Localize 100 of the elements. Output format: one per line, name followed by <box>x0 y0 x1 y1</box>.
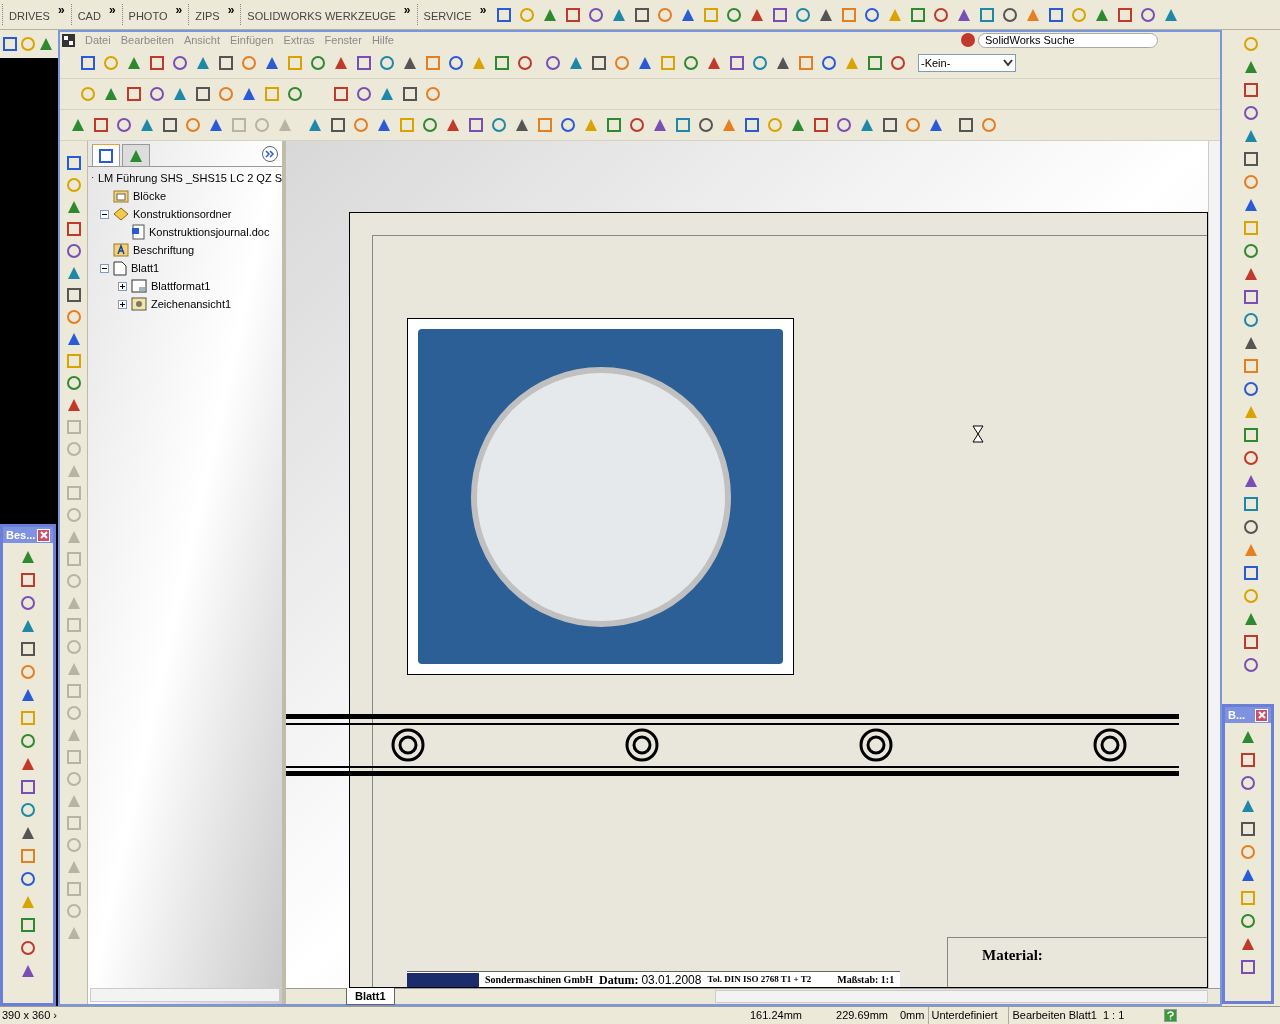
expand-toggle[interactable] <box>118 281 127 291</box>
tool-icon[interactable] <box>139 117 155 133</box>
tool-icon[interactable] <box>20 779 36 795</box>
tool-icon[interactable] <box>1243 105 1259 121</box>
tool-icon[interactable] <box>287 86 303 102</box>
layer-combo[interactable]: -Kein- <box>918 54 1016 72</box>
tool-icon[interactable] <box>2 36 18 52</box>
tool-icon[interactable] <box>307 117 323 133</box>
tool-icon[interactable] <box>20 595 36 611</box>
tool-icon[interactable] <box>20 641 36 657</box>
tool-icon[interactable] <box>1243 312 1259 328</box>
tool-icon[interactable] <box>93 117 109 133</box>
tool-icon[interactable] <box>195 55 211 71</box>
tool-icon[interactable] <box>675 117 691 133</box>
tree-item[interactable]: Blatt1 <box>131 259 160 277</box>
tool-icon[interactable] <box>1243 427 1259 443</box>
app-icon[interactable] <box>62 33 75 47</box>
tool-icon[interactable] <box>1243 519 1259 535</box>
tool-icon[interactable] <box>1240 798 1256 814</box>
tool-icon[interactable] <box>1243 197 1259 213</box>
tool-icon[interactable] <box>20 733 36 749</box>
tool-icon[interactable] <box>1243 243 1259 259</box>
tool-icon[interactable] <box>1240 752 1256 768</box>
tool-icon[interactable] <box>910 6 927 23</box>
tool-icon[interactable] <box>379 86 395 102</box>
tool-icon[interactable] <box>1002 6 1019 23</box>
tool-icon[interactable] <box>162 117 178 133</box>
tool-icon[interactable] <box>545 55 561 71</box>
tool-icon[interactable] <box>979 6 996 23</box>
tree-icon[interactable] <box>98 147 114 164</box>
tool-icon[interactable] <box>333 55 349 71</box>
tool-icon[interactable] <box>80 55 96 71</box>
expand-toggle[interactable] <box>100 263 109 273</box>
tool-icon[interactable] <box>20 549 36 565</box>
search-icon[interactable] <box>961 33 975 47</box>
tool-icon[interactable] <box>1243 565 1259 581</box>
tool-icon[interactable] <box>1240 959 1256 975</box>
tool-icon[interactable] <box>752 55 768 71</box>
chevron[interactable]: » <box>108 4 116 17</box>
tool-icon[interactable] <box>588 6 605 23</box>
tool-icon[interactable] <box>172 55 188 71</box>
tree-item[interactable]: LM Führung SHS _SHS15 LC 2 QZ S <box>97 169 282 187</box>
expand-toggle[interactable] <box>118 299 127 309</box>
tool-icon[interactable] <box>496 6 513 23</box>
quicklaunch-label[interactable]: ZIPS <box>195 8 220 25</box>
quicklaunch-label[interactable]: SOLIDWORKS WERKZEUGE <box>247 8 396 25</box>
quicklaunch-label[interactable]: PHOTO <box>128 8 168 25</box>
tool-icon[interactable] <box>264 55 280 71</box>
tool-icon[interactable] <box>445 117 461 133</box>
tool-icon[interactable] <box>20 940 36 956</box>
tool-icon[interactable] <box>729 55 745 71</box>
tool-icon[interactable] <box>1140 6 1157 23</box>
tool-icon[interactable] <box>20 802 36 818</box>
tool-icon[interactable] <box>790 117 806 133</box>
tool-icon[interactable] <box>591 55 607 71</box>
tool-icon[interactable] <box>1243 59 1259 75</box>
tool-icon[interactable] <box>376 117 392 133</box>
tool-icon[interactable] <box>65 375 82 391</box>
tool-icon[interactable] <box>1240 821 1256 837</box>
tool-icon[interactable] <box>568 55 584 71</box>
tool-icon[interactable] <box>859 117 875 133</box>
chevron[interactable]: » <box>227 4 235 17</box>
tree-item[interactable]: Zeichenansicht1 <box>151 295 232 313</box>
tool-icon[interactable] <box>20 963 36 979</box>
tool-icon[interactable] <box>126 55 142 71</box>
tool-icon[interactable] <box>821 55 837 71</box>
tool-icon[interactable] <box>65 221 82 237</box>
tool-icon[interactable] <box>172 86 188 102</box>
tool-icon[interactable] <box>65 265 82 281</box>
tool-icon[interactable] <box>744 117 760 133</box>
tree-item[interactable]: Konstruktionsordner <box>133 205 232 223</box>
tool-icon[interactable] <box>116 117 132 133</box>
tool-icon[interactable] <box>775 55 791 71</box>
tool-icon[interactable] <box>65 287 82 303</box>
quicklaunch-label[interactable]: CAD <box>77 8 101 25</box>
tool-icon[interactable] <box>20 825 36 841</box>
tool-icon[interactable] <box>517 55 533 71</box>
tool-icon[interactable] <box>634 6 651 23</box>
tool-icon[interactable] <box>379 55 395 71</box>
tool-icon[interactable] <box>20 572 36 588</box>
tool-icon[interactable] <box>38 36 54 52</box>
tool-icon[interactable] <box>706 55 722 71</box>
tool-icon[interactable] <box>1243 634 1259 650</box>
panel-tab[interactable] <box>92 144 120 166</box>
tree-item[interactable]: Beschriftung <box>133 241 195 259</box>
tool-icon[interactable] <box>1240 729 1256 745</box>
chevron[interactable]: » <box>175 4 183 17</box>
tool-icon[interactable] <box>1117 6 1134 23</box>
tool-icon[interactable] <box>1240 936 1256 952</box>
tool-icon[interactable] <box>1243 496 1259 512</box>
search-field[interactable]: SolidWorks Suche <box>978 32 1158 48</box>
tool-icon[interactable] <box>65 199 82 215</box>
tool-icon[interactable] <box>448 55 464 71</box>
tool-icon[interactable] <box>1243 611 1259 627</box>
tool-icon[interactable] <box>20 687 36 703</box>
tree-item[interactable]: Blattformat1 <box>151 277 211 295</box>
tool-icon[interactable] <box>402 55 418 71</box>
panel-tab[interactable] <box>122 144 150 166</box>
tool-icon[interactable] <box>726 6 743 23</box>
tool-icon[interactable] <box>514 117 530 133</box>
